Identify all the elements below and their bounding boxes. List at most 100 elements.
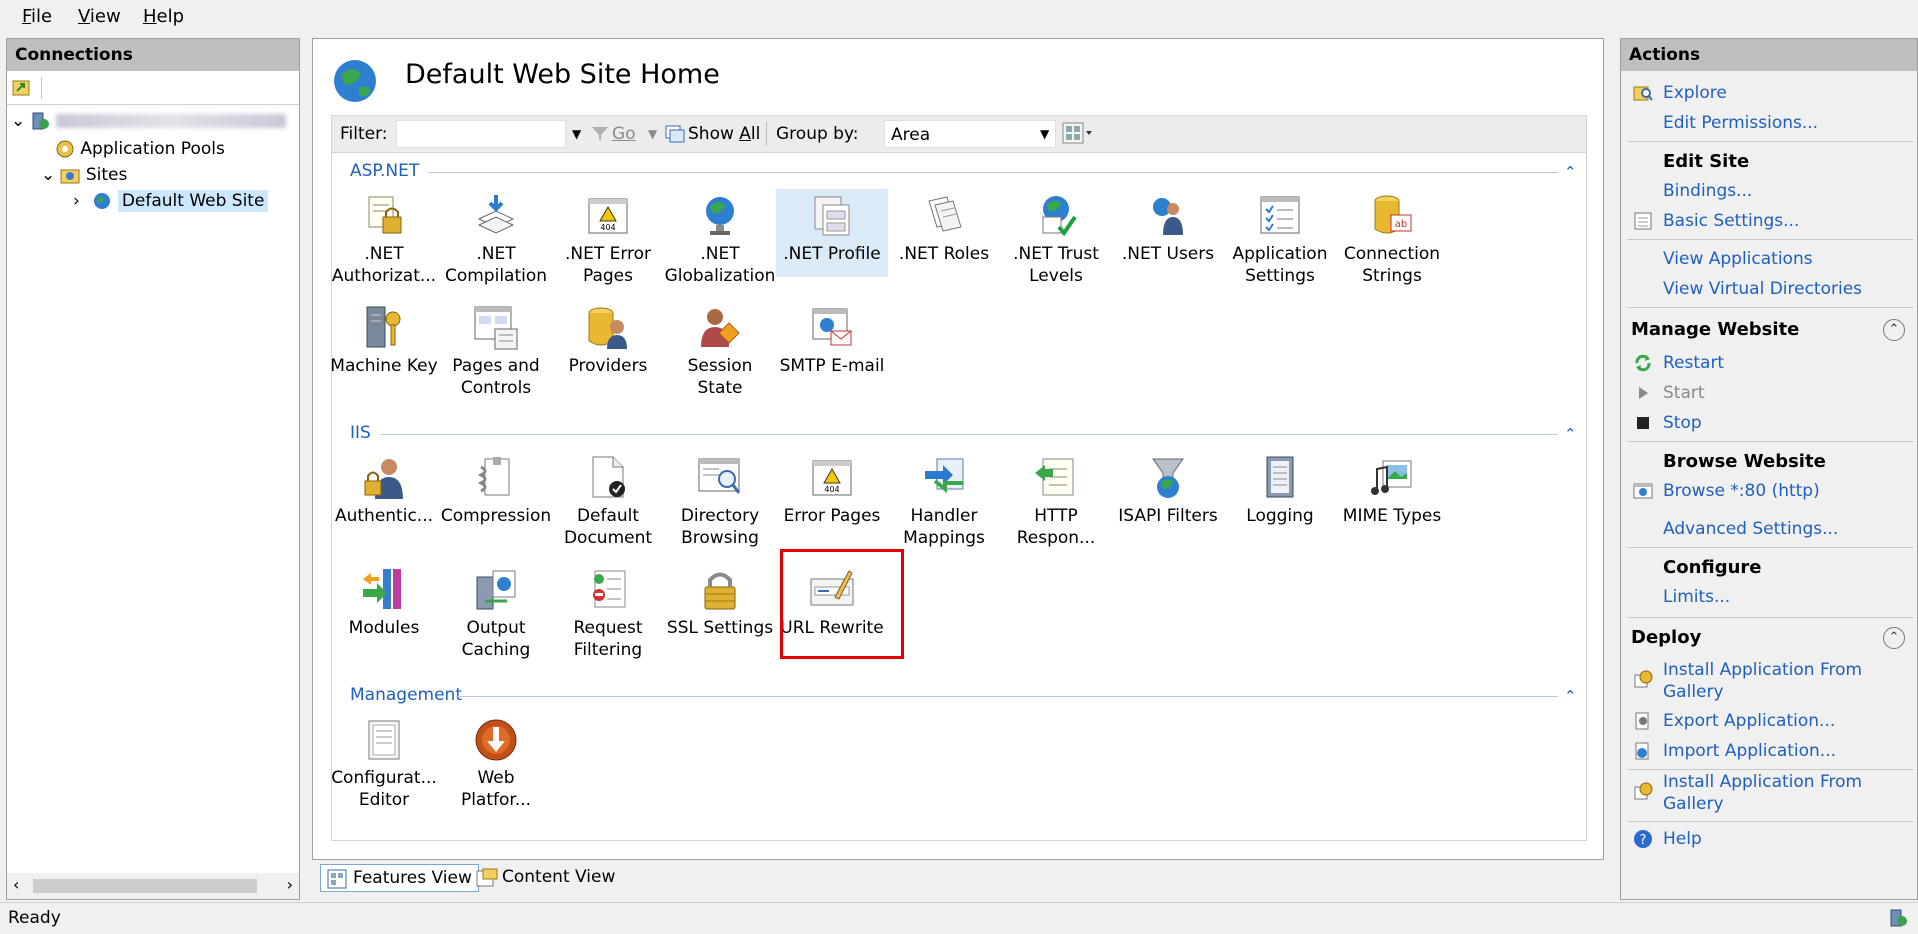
tab-content-view[interactable]: Content View	[470, 864, 621, 892]
action-help[interactable]: Help	[1663, 829, 1702, 849]
chevron-down-icon[interactable]: ⌄	[41, 165, 55, 185]
action-edit-permissions[interactable]: Edit Permissions...	[1663, 113, 1818, 133]
feature-output-caching[interactable]: Output Caching	[440, 567, 552, 661]
connect-icon[interactable]	[11, 77, 33, 99]
feature-default-document[interactable]: Default Document	[552, 455, 664, 549]
actions-divider	[1627, 307, 1913, 308]
show-all-button[interactable]: Show All	[688, 124, 760, 144]
collapse-iis-icon[interactable]: ⌃	[1564, 425, 1577, 443]
scroll-left-icon[interactable]: ‹	[13, 875, 19, 894]
feature-authentication[interactable]: Authentic...	[328, 455, 440, 527]
roles-icon	[928, 196, 962, 232]
connections-hscrollbar[interactable]: ‹ ›	[7, 873, 299, 899]
feature-net-trust-levels[interactable]: .NET Trust Levels	[1000, 193, 1112, 287]
feature-net-compilation[interactable]: .NET Compilation	[440, 193, 552, 287]
chevron-right-icon[interactable]: ›	[73, 191, 87, 211]
feature-connection-strings[interactable]: ab Connection Strings	[1336, 193, 1448, 287]
view-mode-icon[interactable]	[1062, 122, 1094, 144]
action-explore[interactable]: Explore	[1663, 83, 1727, 103]
feature-ssl-settings[interactable]: SSL Settings	[664, 567, 776, 639]
feature-http-response-headers[interactable]: HTTP Respon...	[1000, 455, 1112, 549]
session-state-icon	[701, 309, 740, 347]
chevron-down-icon[interactable]: ⌄	[11, 111, 25, 131]
feature-session-state[interactable]: Session State	[664, 305, 776, 399]
providers-icon	[588, 307, 627, 349]
collapse-aspnet-icon[interactable]: ⌃	[1564, 163, 1577, 181]
feature-handler-mappings[interactable]: Handler Mappings	[888, 455, 1000, 549]
tree-item-application-pools[interactable]: Application Pools	[55, 139, 225, 159]
actions-divider	[1627, 141, 1913, 142]
filter-bar: Filter: ▼ Go ▼ Show All Group by: Area ▼	[331, 115, 1587, 153]
filter-dropdown-icon[interactable]: ▼	[572, 127, 581, 141]
feature-net-profile[interactable]: .NET Profile	[776, 189, 888, 277]
feature-application-settings[interactable]: Application Settings	[1224, 193, 1336, 287]
menu-view[interactable]: View	[78, 6, 121, 27]
action-bindings[interactable]: Bindings...	[1663, 181, 1752, 201]
tab-features-view[interactable]: Features View	[320, 864, 479, 892]
menu-help[interactable]: Help	[143, 6, 184, 27]
go-dropdown-icon[interactable]: ▼	[648, 127, 657, 141]
feature-providers[interactable]: Providers	[552, 305, 664, 377]
go-button[interactable]: Go	[612, 124, 636, 144]
action-view-virtual-directories[interactable]: View Virtual Directories	[1663, 279, 1862, 299]
status-text: Ready	[8, 908, 61, 928]
action-install-from-gallery[interactable]: Install Application From Gallery	[1663, 659, 1862, 703]
feature-smtp-email[interactable]: SMTP E-mail	[776, 305, 888, 377]
feature-net-roles[interactable]: .NET Roles	[888, 193, 1000, 265]
actions-header: Actions	[1621, 39, 1917, 71]
action-stop[interactable]: Stop	[1663, 413, 1702, 433]
action-install-from-gallery-2[interactable]: Install Application From Gallery	[1663, 771, 1862, 815]
error-page-icon: 404	[588, 198, 628, 234]
feature-pages-and-controls[interactable]: Pages and Controls	[440, 305, 552, 399]
http-response-icon	[1035, 458, 1074, 496]
feature-net-error-pages[interactable]: 404 .NET Error Pages	[552, 193, 664, 287]
group-header-iis: IIS	[350, 423, 371, 443]
feature-error-pages[interactable]: 404 Error Pages	[776, 455, 888, 527]
feature-mime-types[interactable]: MIME Types	[1336, 455, 1448, 527]
tree-item-default-web-site[interactable]: › Default Web Site	[73, 190, 269, 212]
svg-text:404: 404	[600, 223, 615, 232]
modules-icon	[363, 569, 401, 609]
feature-net-authorization[interactable]: .NET Authorizat...	[328, 193, 440, 287]
menu-file[interactable]: File	[22, 6, 52, 27]
action-export-application[interactable]: Export Application...	[1663, 711, 1835, 731]
feature-configuration-editor[interactable]: Configurat... Editor	[328, 717, 440, 811]
section-browse-website: Browse Website	[1663, 451, 1826, 472]
scrollbar-thumb[interactable]	[33, 879, 257, 893]
globe-icon	[331, 57, 379, 105]
action-start[interactable]: Start	[1663, 383, 1705, 403]
collapse-deploy-icon[interactable]: ⌃	[1883, 627, 1905, 649]
server-status-icon	[1888, 908, 1908, 928]
export-icon	[1633, 711, 1653, 731]
action-advanced-settings[interactable]: Advanced Settings...	[1663, 519, 1838, 539]
feature-compression[interactable]: Compression	[440, 455, 552, 527]
scroll-right-icon[interactable]: ›	[287, 875, 293, 894]
feature-modules[interactable]: Modules	[328, 567, 440, 639]
actions-divider	[1627, 239, 1913, 240]
collapse-manage-website-icon[interactable]: ⌃	[1883, 319, 1905, 341]
feature-logging[interactable]: Logging	[1224, 455, 1336, 527]
collapse-management-icon[interactable]: ⌃	[1564, 687, 1577, 705]
svg-text:?: ?	[1640, 833, 1647, 848]
page-title: Default Web Site Home	[405, 59, 720, 90]
error-page-icon: 404	[812, 460, 852, 496]
feature-directory-browsing[interactable]: Directory Browsing	[664, 455, 776, 549]
section-edit-site: Edit Site	[1663, 151, 1750, 172]
action-limits[interactable]: Limits...	[1663, 587, 1730, 607]
action-browse-80[interactable]: Browse *:80 (http)	[1663, 481, 1820, 501]
feature-net-users[interactable]: .NET Users	[1112, 193, 1224, 265]
action-view-applications[interactable]: View Applications	[1663, 249, 1813, 269]
feature-web-platform-installer[interactable]: Web Platfor...	[440, 717, 552, 811]
feature-net-globalization[interactable]: .NET Globalization	[664, 193, 776, 287]
filter-input[interactable]	[396, 120, 566, 148]
action-restart[interactable]: Restart	[1663, 353, 1724, 373]
tree-item-server[interactable]: ⌄	[11, 111, 286, 131]
group-by-select[interactable]: Area	[884, 120, 1056, 148]
feature-machine-key[interactable]: Machine Key	[328, 305, 440, 377]
tree-item-sites[interactable]: ⌄ Sites	[41, 165, 127, 185]
action-basic-settings[interactable]: Basic Settings...	[1663, 211, 1799, 231]
action-import-application[interactable]: Import Application...	[1663, 741, 1836, 761]
group-by-dropdown-icon[interactable]: ▼	[1040, 127, 1049, 141]
feature-request-filtering[interactable]: Request Filtering	[552, 567, 664, 661]
feature-isapi-filters[interactable]: ISAPI Filters	[1112, 455, 1224, 527]
